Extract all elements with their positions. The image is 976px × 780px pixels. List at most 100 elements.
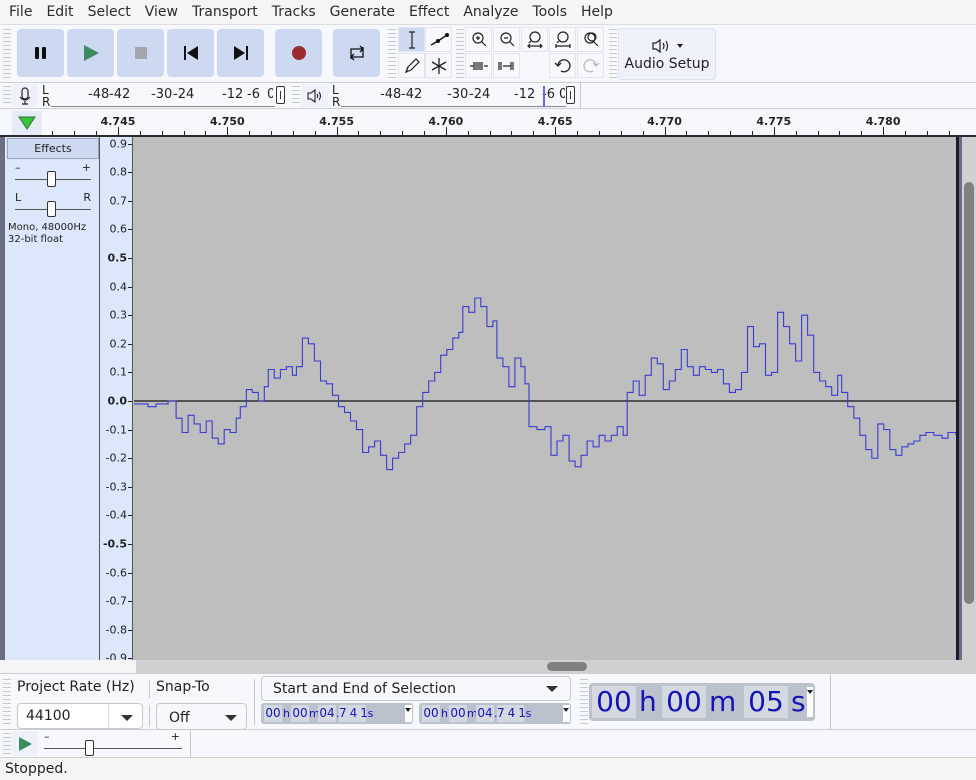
fit-project-button[interactable] (549, 27, 576, 52)
playback-meter-button[interactable] (302, 84, 328, 107)
pan-slider-thumb[interactable] (47, 201, 56, 217)
fit-selection-button[interactable] (521, 27, 548, 52)
effects-button[interactable]: Effects (7, 138, 99, 159)
timeline-ruler[interactable]: 4.745 4.750 4.755 4.760 4.765 4.770 4.775 4.780 (0, 109, 976, 137)
draw-tool-button[interactable] (398, 53, 425, 78)
vertical-scrollbar-thumb[interactable] (964, 182, 974, 604)
minutes-digits[interactable]: 00 (662, 686, 706, 718)
divider (149, 705, 150, 727)
record-meter-button[interactable] (12, 84, 38, 107)
zoom-toggle-icon (583, 31, 598, 46)
playback-meter-grip[interactable] (292, 86, 300, 106)
skip-to-start-button[interactable] (167, 29, 214, 77)
audio-setup-grip[interactable] (609, 29, 617, 79)
selection-end-time[interactable]: 00 h 00 m 04. 741 s (419, 703, 571, 724)
horizontal-scrollbar[interactable] (136, 660, 976, 673)
tools-toolbar-grip[interactable] (388, 29, 396, 79)
time-toolbar-grip[interactable] (580, 679, 588, 725)
timeline-tick (511, 131, 513, 135)
redo-button[interactable] (577, 53, 604, 78)
gain-slider-thumb[interactable] (47, 171, 56, 187)
audio-setup-button[interactable]: Audio Setup (618, 28, 716, 80)
track-control-panel[interactable]: Effects – + L R Mono, 48000Hz 32-bit flo… (0, 137, 100, 660)
snap-to-select[interactable]: Off (156, 703, 247, 730)
gain-slider[interactable]: – + (15, 161, 91, 187)
menu-transport[interactable]: Transport (185, 0, 265, 24)
timeline-tick (161, 131, 163, 135)
audio-position-time[interactable]: 00 h 00 m 05 s (589, 683, 815, 721)
menu-view[interactable]: View (138, 0, 185, 24)
menu-tracks[interactable]: Tracks (265, 0, 323, 24)
menu-file[interactable]: File (2, 0, 39, 24)
timeline-options-button[interactable] (12, 111, 42, 135)
waveform-line (134, 297, 956, 471)
record-button[interactable] (275, 29, 322, 77)
speed-slider-thumb[interactable] (85, 740, 94, 756)
format-dropdown-icon[interactable] (405, 705, 412, 722)
envelope-tool-button[interactable] (425, 27, 452, 52)
digit[interactable]: 04 (318, 705, 336, 722)
menu-effect[interactable]: Effect (402, 0, 456, 24)
selection-toolbar-grip[interactable] (3, 679, 11, 725)
format-dropdown-icon[interactable] (807, 687, 813, 717)
timeline-tick (751, 131, 753, 135)
digit[interactable]: 741 (339, 705, 368, 722)
vertical-scrollbar[interactable] (962, 137, 976, 660)
unit: s (367, 707, 374, 720)
chevron-down-icon[interactable] (121, 715, 133, 721)
menu-edit[interactable]: Edit (39, 0, 80, 24)
waveform-display[interactable] (134, 137, 956, 660)
selection-start-time[interactable]: 00 h 00 m 04. 741 s (261, 703, 413, 724)
pan-slider[interactable]: L R (15, 191, 91, 217)
selection-mode-select[interactable]: Start and End of Selection (261, 676, 571, 701)
record-level-slider[interactable] (276, 86, 285, 104)
digit[interactable]: 00 (422, 705, 440, 722)
project-rate-value[interactable]: 44100 (26, 708, 71, 724)
digit[interactable]: 00 (449, 705, 467, 722)
menu-generate[interactable]: Generate (323, 0, 402, 24)
stop-button[interactable] (117, 29, 164, 77)
project-rate-combo[interactable]: 44100 (17, 703, 143, 729)
selection-tool-button[interactable] (398, 27, 425, 52)
play-at-speed-grip[interactable] (3, 733, 11, 755)
pause-button[interactable] (17, 29, 64, 77)
menu-help[interactable]: Help (574, 0, 620, 24)
menu-select[interactable]: Select (81, 0, 138, 24)
amplitude-label: -0.4 (105, 508, 127, 522)
skip-to-end-button[interactable] (217, 29, 264, 77)
hours-digits[interactable]: 00 (592, 686, 636, 718)
zoom-toggle-button[interactable] (577, 27, 604, 52)
undo-button[interactable] (549, 53, 576, 78)
format-dropdown-icon[interactable] (563, 705, 570, 722)
timeline-tick (249, 131, 251, 135)
loop-button[interactable] (333, 29, 380, 77)
digit[interactable]: 00 (291, 705, 309, 722)
timeline-tick (926, 131, 928, 135)
transport-toolbar-grip[interactable] (3, 29, 11, 79)
seconds-digits[interactable]: 05 (744, 686, 788, 718)
playback-level-slider[interactable] (566, 86, 575, 104)
multi-tool-button[interactable] (425, 53, 452, 78)
skip-to-start-icon (183, 46, 198, 60)
menu-tools[interactable]: Tools (526, 0, 575, 24)
timeline-tick (598, 131, 600, 135)
silence-audio-button[interactable] (493, 53, 520, 78)
digit[interactable]: 04 (476, 705, 494, 722)
playback-speed-slider[interactable]: – + (44, 730, 182, 756)
gain-min-label: – (15, 161, 21, 174)
trim-audio-button[interactable] (465, 53, 492, 78)
play-button[interactable] (67, 29, 114, 77)
horizontal-scrollbar-thumb[interactable] (547, 662, 587, 671)
timeline-tick (139, 131, 141, 135)
play-at-speed-button[interactable] (12, 731, 38, 756)
menu-analyze[interactable]: Analyze (456, 0, 525, 24)
zoom-out-button[interactable] (493, 27, 520, 52)
digit[interactable]: 00 (264, 705, 282, 722)
zoom-in-button[interactable] (465, 27, 492, 52)
digit[interactable]: 741 (497, 705, 526, 722)
record-meter-grip[interactable] (3, 86, 11, 106)
edit-toolbar-grip[interactable] (456, 29, 464, 79)
vertical-amplitude-ruler[interactable]: 0.9 0.8 0.7 0.6 0.5 0.4 0.3 0.2 0.1 0.0 -0.1 -0.2 -0… (100, 137, 133, 665)
timeline-tick (664, 127, 666, 135)
amplitude-tick (128, 458, 132, 460)
